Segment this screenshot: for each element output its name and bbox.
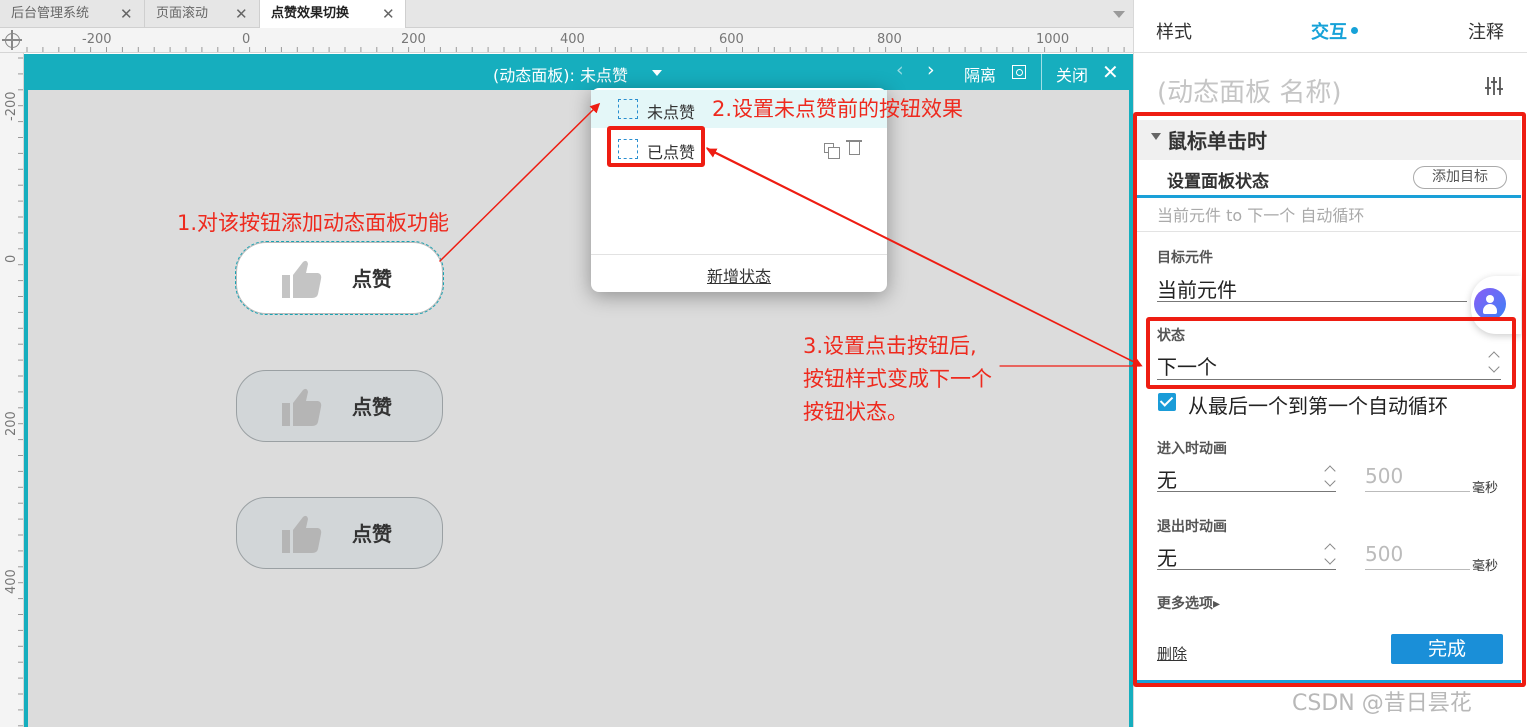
design-canvas[interactable] (24, 90, 1133, 727)
ruler-label: 400 (560, 32, 585, 47)
annotation-step-1: 1.对该按钮添加动态面板功能 (177, 211, 450, 235)
add-state-link[interactable]: 新增状态 (591, 263, 887, 287)
header-divider (1041, 54, 1042, 90)
isolate-button[interactable]: 隔离 (964, 62, 996, 86)
like-button[interactable]: 点赞 (236, 370, 443, 442)
ruler-label: 400 (4, 569, 19, 594)
state-name: 未点赞 (647, 103, 696, 122)
crosshair-icon[interactable] (2, 30, 22, 50)
like-button-active[interactable]: 点赞 (235, 241, 444, 315)
tab-interaction[interactable]: 交互 (1311, 18, 1347, 44)
annotation-step-3-line2: 按钮样式变成下一个 (803, 367, 992, 391)
ruler-label: -200 (4, 91, 19, 121)
ruler-label: 0 (4, 254, 19, 263)
annotation-step-3-line3: 按钮状态。 (803, 400, 908, 424)
horizontal-ruler: -200 0 200 400 600 800 1000 (0, 28, 1133, 53)
close-tab-icon[interactable]: ✕ (120, 0, 133, 28)
chevron-down-icon[interactable] (652, 70, 662, 76)
sliders-icon[interactable] (1485, 76, 1503, 96)
close-tab-icon[interactable]: ✕ (235, 0, 248, 28)
like-button-label: 点赞 (352, 267, 392, 291)
focus-target-icon[interactable] (1012, 65, 1026, 79)
close-icon[interactable]: ✕ (1102, 60, 1119, 84)
vertical-ruler: -200 0 200 400 (0, 53, 24, 727)
annotation-box-interaction (1133, 112, 1526, 687)
tab-overflow-icon[interactable] (1113, 11, 1125, 18)
next-state-icon[interactable]: › (927, 59, 935, 81)
annotation-step-3-line1: 3.设置点击按钮后, (803, 334, 977, 358)
tab-notes[interactable]: 注释 (1468, 18, 1504, 44)
tab-label: 点赞效果切换 (271, 6, 350, 21)
tab-like-toggle[interactable]: 点赞效果切换 ✕ (260, 0, 406, 28)
ruler-label: 1000 (1036, 32, 1070, 47)
thumbs-up-icon (282, 260, 322, 298)
ruler-label: 200 (4, 411, 19, 436)
state-icon (618, 99, 638, 119)
ruler-label: -200 (82, 32, 112, 47)
annotation-box-state-field (1146, 317, 1516, 389)
watermark: CSDN @昔日昙花 (1292, 691, 1472, 716)
divider (1134, 52, 1527, 53)
tab-label: 页面滚动 (156, 6, 209, 21)
close-tab-icon[interactable]: ✕ (382, 0, 395, 28)
document-tab-bar: 后台管理系统 ✕ 页面滚动 ✕ 点赞效果切换 ✕ (0, 0, 1133, 28)
ruler-label: 600 (719, 32, 744, 47)
modified-dot (1351, 27, 1358, 34)
app-root: 后台管理系统 ✕ 页面滚动 ✕ 点赞效果切换 ✕ -200 0 200 400 … (0, 0, 1527, 727)
ruler-label: 200 (401, 32, 426, 47)
dynamic-panel-header: (动态面板): 未点赞 ‹ › 隔离 关闭 ✕ (24, 54, 1133, 90)
tab-style[interactable]: 样式 (1156, 18, 1192, 44)
like-button-label: 点赞 (352, 395, 392, 419)
annotation-box-liked-state (607, 126, 705, 167)
duplicate-icon[interactable] (824, 143, 840, 159)
tab-page-scroll[interactable]: 页面滚动 ✕ (145, 0, 260, 28)
divider (591, 254, 887, 255)
panel-state-selector[interactable]: (动态面板): 未点赞 (493, 62, 628, 86)
like-button-label: 点赞 (352, 522, 392, 546)
thumbs-up-icon (282, 515, 322, 553)
trash-icon[interactable] (846, 140, 862, 155)
ruler-label: 0 (242, 32, 251, 47)
close-panel-button[interactable]: 关闭 (1056, 62, 1088, 86)
ruler-ticks (18, 57, 23, 727)
tab-label: 后台管理系统 (11, 6, 90, 21)
tab-backend-system[interactable]: 后台管理系统 ✕ (0, 0, 145, 28)
prev-state-icon[interactable]: ‹ (896, 59, 904, 81)
thumbs-up-icon (282, 388, 322, 426)
annotation-step-2: 2.设置未点赞前的按钮效果 (712, 97, 964, 121)
panel-name-field[interactable]: (动态面板 名称) (1157, 72, 1342, 109)
ruler-label: 800 (877, 32, 902, 47)
like-button[interactable]: 点赞 (236, 497, 443, 569)
